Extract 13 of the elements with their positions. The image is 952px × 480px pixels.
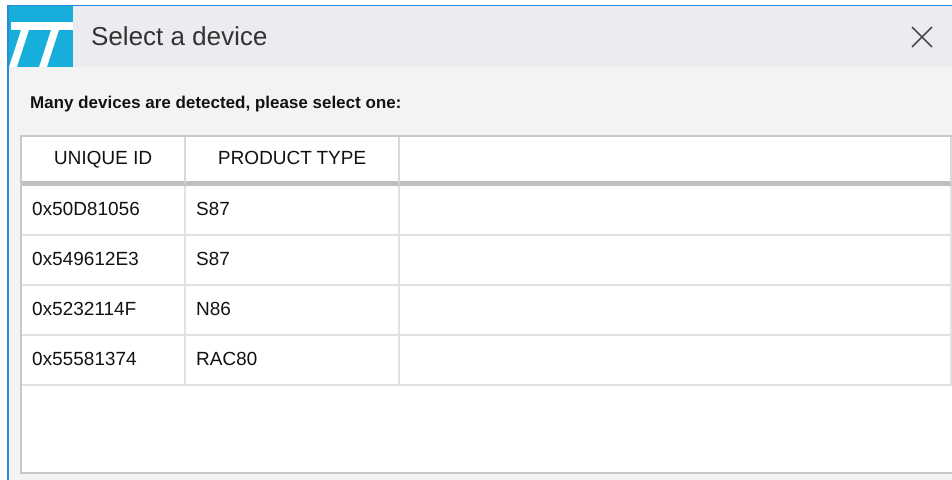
table-cell: N86: [186, 286, 400, 336]
close-icon: [911, 26, 933, 48]
table-cell: 0x549612E3: [22, 236, 186, 286]
table-cell: 0x5232114F: [22, 286, 186, 336]
table-cell: 0x50D81056: [22, 186, 186, 236]
prompt-text: Many devices are detected, please select one:: [30, 93, 402, 113]
table-cell: RAC80: [186, 336, 400, 386]
column-header[interactable]: PRODUCT TYPE: [186, 137, 400, 186]
table-cell: 0x55581374: [22, 336, 186, 386]
table-cell: S87: [186, 236, 400, 286]
table-cell: S87: [186, 186, 400, 236]
column-header[interactable]: UNIQUE ID: [22, 137, 186, 186]
window-title: Select a device: [91, 21, 268, 52]
